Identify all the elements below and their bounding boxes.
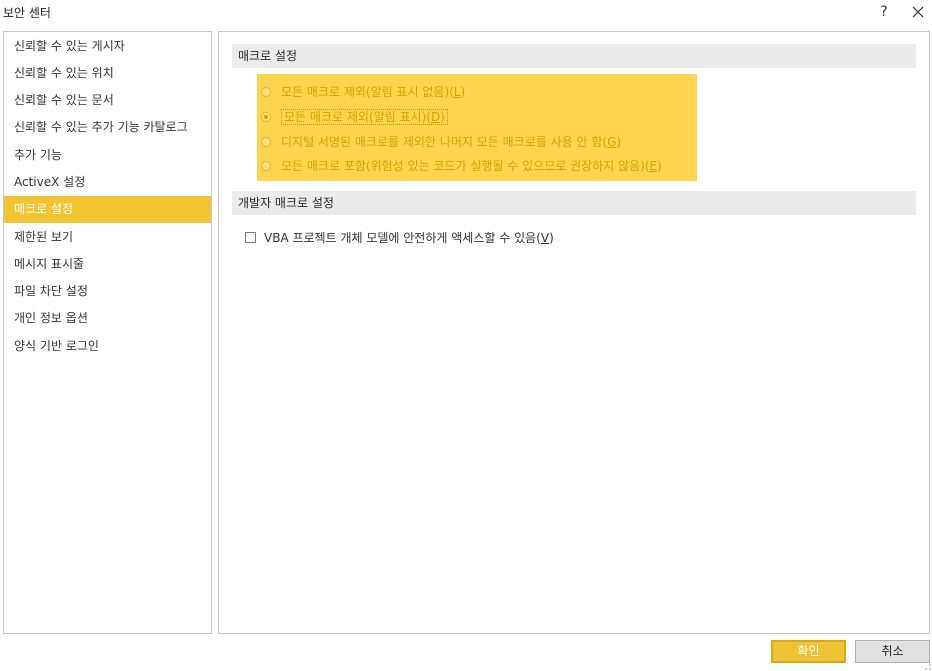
resize-grip-icon[interactable] xyxy=(924,663,932,671)
sidebar-item-file-block[interactable]: 파일 차단 설정 xyxy=(4,278,211,305)
focused-option: 모든 매크로 제외(알림 표시)(D) xyxy=(281,109,448,125)
content-panel: 매크로 설정 모든 매크로 제외(알림 표시 없음)(L) 모든 매크로 제외(… xyxy=(218,31,930,634)
radio-disable-with-notification[interactable]: 모든 매크로 제외(알림 표시)(D) xyxy=(261,107,448,127)
checkbox-label: VBA 프로젝트 개체 모델에 안전하게 액세스할 수 있음 xyxy=(264,231,537,245)
sidebar-item-macro-settings[interactable]: 매크로 설정 xyxy=(4,196,211,223)
sidebar-item-trusted-addin-catalogs[interactable]: 신뢰할 수 있는 추가 기능 카탈로그 xyxy=(4,114,211,141)
access-key: D xyxy=(430,110,441,124)
option-label: 모든 매크로 포함(위험성 있는 코드가 실행될 수 있으므로 권장하지 않음) xyxy=(281,159,645,173)
sidebar-item-message-bar[interactable]: 메시지 표시줄 xyxy=(4,251,211,278)
option-label: 모든 매크로 제외(알림 표시 없음) xyxy=(281,85,450,99)
option-label: 모든 매크로 제외(알림 표시) xyxy=(284,110,427,124)
sidebar-item-privacy[interactable]: 개인 정보 옵션 xyxy=(4,305,211,332)
sidebar-item-trusted-locations[interactable]: 신뢰할 수 있는 위치 xyxy=(4,60,211,87)
close-button[interactable] xyxy=(906,2,930,22)
macro-settings-header: 매크로 설정 xyxy=(232,44,916,68)
radio-button[interactable] xyxy=(261,87,271,97)
vba-access-option[interactable]: VBA 프로젝트 개체 모델에 안전하게 액세스할 수 있음(V) xyxy=(245,228,554,248)
sidebar-item-addins[interactable]: 추가 기능 xyxy=(4,142,211,169)
radio-button[interactable] xyxy=(261,161,271,171)
ok-button[interactable]: 확인 xyxy=(771,640,846,663)
title-bar: 보안 센터 ? xyxy=(0,0,932,24)
access-key: E xyxy=(649,159,658,173)
sidebar-nav: 신뢰할 수 있는 게시자 신뢰할 수 있는 위치 신뢰할 수 있는 문서 신뢰할… xyxy=(3,31,212,634)
radio-button-selected[interactable] xyxy=(261,112,271,122)
sidebar-item-protected-view[interactable]: 제한된 보기 xyxy=(4,224,211,251)
cancel-button[interactable]: 취소 xyxy=(855,640,930,663)
radio-disable-except-signed[interactable]: 디지털 서명된 매크로를 제외한 나머지 모든 매크로를 사용 안 함(G) xyxy=(261,132,621,152)
help-button[interactable]: ? xyxy=(874,2,894,22)
sidebar-item-activex[interactable]: ActiveX 설정 xyxy=(4,169,211,196)
window-title: 보안 센터 xyxy=(3,6,51,20)
sidebar-item-trusted-documents[interactable]: 신뢰할 수 있는 문서 xyxy=(4,87,211,114)
sidebar-item-trusted-publishers[interactable]: 신뢰할 수 있는 게시자 xyxy=(4,33,211,60)
vba-access-checkbox[interactable] xyxy=(245,232,256,243)
option-label: 디지털 서명된 매크로를 제외한 나머지 모든 매크로를 사용 안 함 xyxy=(281,135,603,149)
sidebar-item-form-login[interactable]: 양식 기반 로그인 xyxy=(4,333,211,360)
radio-disable-no-notification[interactable]: 모든 매크로 제외(알림 표시 없음)(L) xyxy=(261,82,465,102)
developer-settings-header: 개발자 매크로 설정 xyxy=(232,191,916,215)
close-icon xyxy=(912,6,924,18)
access-key: V xyxy=(540,231,550,245)
radio-button[interactable] xyxy=(261,137,271,147)
radio-enable-all[interactable]: 모든 매크로 포함(위험성 있는 코드가 실행될 수 있으므로 권장하지 않음)… xyxy=(261,156,662,176)
access-key: L xyxy=(453,85,461,99)
access-key: G xyxy=(607,135,617,149)
